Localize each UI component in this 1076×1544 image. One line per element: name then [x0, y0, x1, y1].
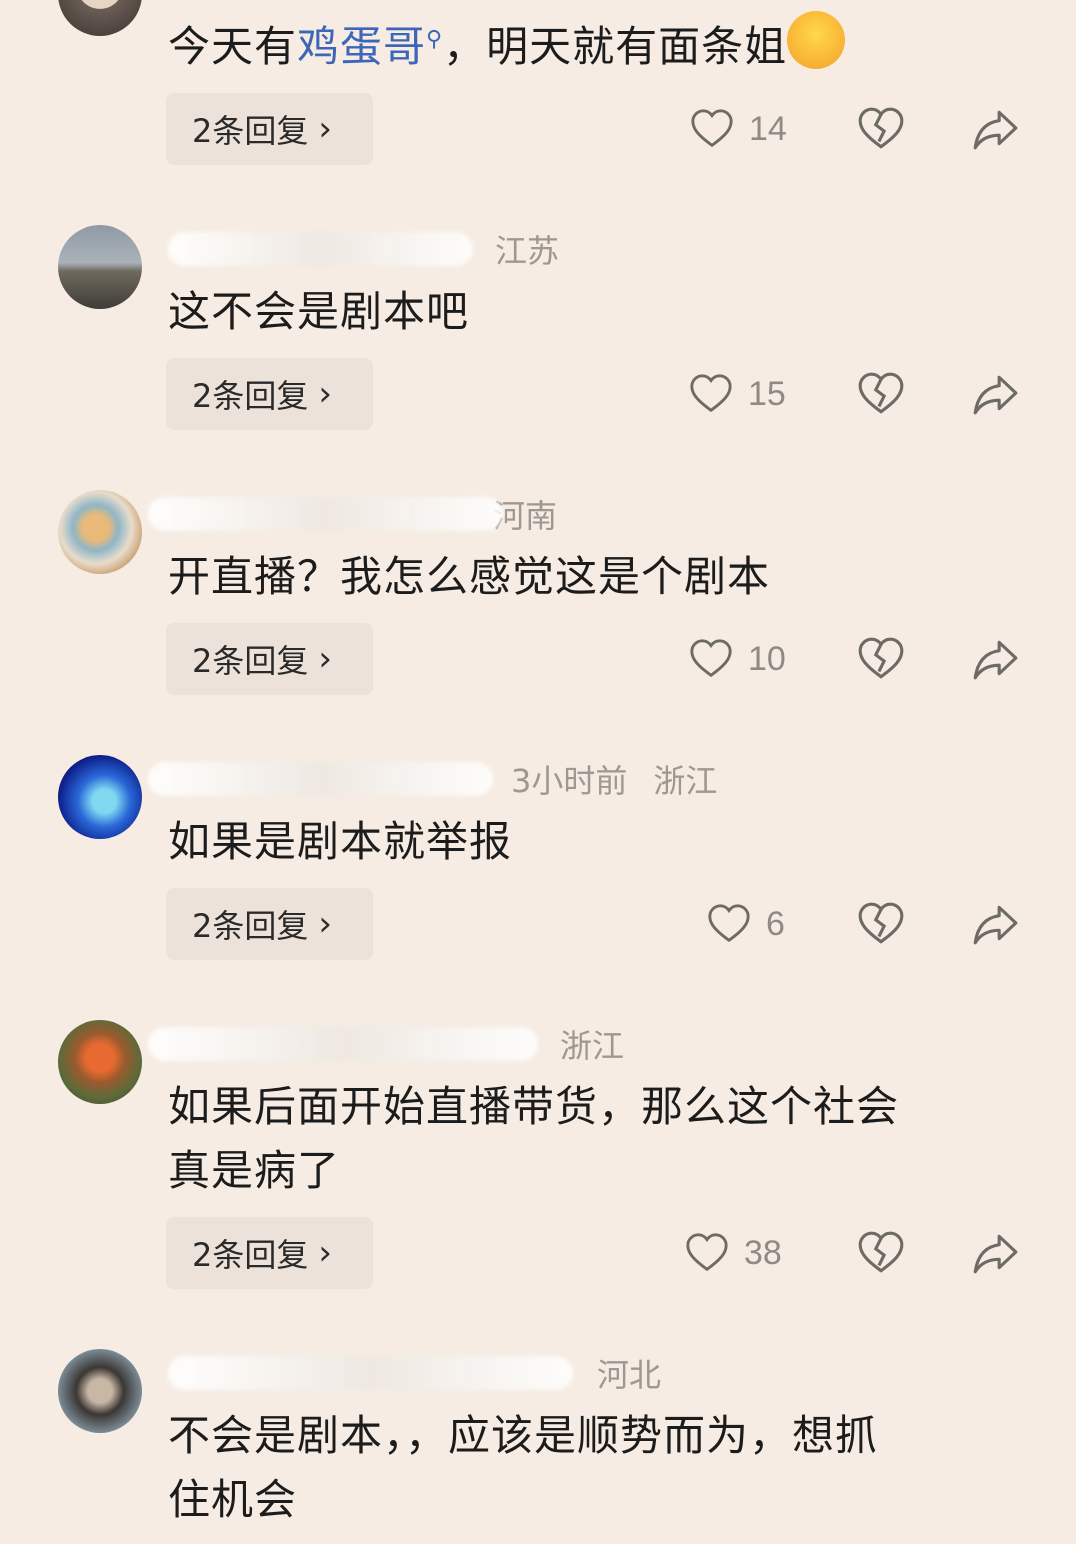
- comment-text-part: 今天有: [168, 22, 298, 71]
- comment-meta: 3小时前 浙江: [148, 759, 718, 800]
- broken-heart-icon[interactable]: [856, 899, 906, 949]
- username-blurred[interactable]: [148, 762, 493, 796]
- reply-label: 2条回复: [192, 907, 309, 945]
- share-arrow-icon[interactable]: [970, 634, 1020, 684]
- broken-heart-icon[interactable]: [856, 634, 906, 684]
- username-blurred[interactable]: [168, 1356, 573, 1390]
- post-time: 3小时前: [511, 762, 628, 800]
- avatar[interactable]: [58, 225, 142, 309]
- heart-outline-icon: [686, 1233, 728, 1272]
- region-label: 江苏: [495, 232, 560, 270]
- view-replies-button[interactable]: 2条回复 ›: [166, 888, 373, 960]
- view-replies-button[interactable]: 2条回复 ›: [166, 1217, 373, 1289]
- share-arrow-icon[interactable]: [970, 104, 1020, 154]
- heart-outline-icon: [708, 904, 750, 943]
- avatar[interactable]: [58, 0, 142, 36]
- comment-text: 如果是剧本就举报: [168, 817, 513, 866]
- share-arrow-icon[interactable]: [970, 1228, 1020, 1278]
- share-arrow-icon[interactable]: [970, 369, 1020, 419]
- like-button[interactable]: 15: [688, 371, 786, 417]
- view-replies-button[interactable]: 2条回复 ›: [166, 623, 373, 695]
- laughing-crying-emoji: [787, 11, 846, 69]
- view-replies-button[interactable]: 2条回复 ›: [166, 358, 373, 430]
- broken-heart-icon[interactable]: [856, 1228, 906, 1278]
- like-count: 15: [748, 374, 786, 413]
- share-arrow-icon[interactable]: [970, 899, 1020, 949]
- like-button[interactable]: 14: [689, 106, 787, 152]
- reply-label: 2条回复: [192, 112, 309, 150]
- heart-outline-icon: [690, 639, 732, 678]
- avatar[interactable]: [58, 490, 142, 574]
- username-blurred[interactable]: [148, 1027, 538, 1061]
- comment-text: 这不会是剧本吧: [168, 287, 470, 336]
- region-label: 浙江: [653, 762, 718, 800]
- like-button[interactable]: 6: [706, 901, 785, 947]
- comment-text-line-1: 如果后面开始直播带货，那么这个社会: [168, 1082, 900, 1131]
- broken-heart-icon[interactable]: [856, 104, 906, 154]
- broken-heart-icon[interactable]: [856, 369, 906, 419]
- like-button[interactable]: 38: [684, 1230, 782, 1276]
- heart-outline-icon: [690, 374, 732, 413]
- comment-text: 开直播？我怎么感觉这是个剧本: [168, 552, 771, 601]
- search-icon[interactable]: ⚲: [426, 27, 443, 52]
- comment-text-line-1: 不会是剧本，，应该是顺势而为，想抓: [168, 1411, 879, 1460]
- like-count: 14: [749, 109, 787, 148]
- comment-text-line-2: 真是病了: [168, 1146, 341, 1195]
- view-replies-button[interactable]: 2条回复 ›: [166, 93, 373, 165]
- comment-text: 今天有鸡蛋哥⚲，明天就有面条姐: [168, 8, 846, 79]
- like-count: 10: [748, 639, 786, 678]
- username-blurred[interactable]: [148, 497, 503, 531]
- comment-text-line-2: 住机会: [168, 1475, 298, 1524]
- like-button[interactable]: 10: [688, 636, 786, 682]
- reply-label: 2条回复: [192, 1236, 309, 1274]
- like-count: 38: [744, 1233, 782, 1272]
- username-blurred[interactable]: [168, 232, 473, 266]
- like-count: 6: [766, 904, 785, 943]
- avatar[interactable]: [58, 755, 142, 839]
- chevron-right-icon: ›: [318, 639, 332, 679]
- chevron-right-icon: ›: [318, 374, 332, 414]
- comment-meta: 浙江: [148, 1024, 625, 1065]
- avatar[interactable]: [58, 1020, 142, 1104]
- comment-meta: 河南: [148, 494, 557, 535]
- chevron-right-icon: ›: [318, 904, 332, 944]
- heart-outline-icon: [691, 109, 733, 148]
- region-label: 浙江: [560, 1027, 625, 1065]
- comment-meta: 江苏: [168, 229, 560, 270]
- avatar[interactable]: [58, 1349, 142, 1433]
- comment-text-part: ，明天就有面条姐: [443, 22, 788, 71]
- topic-link[interactable]: 鸡蛋哥: [297, 22, 426, 71]
- reply-label: 2条回复: [192, 642, 309, 680]
- chevron-right-icon: ›: [318, 1233, 332, 1273]
- comment-meta: 河北: [168, 1353, 662, 1394]
- chevron-right-icon: ›: [318, 109, 332, 149]
- region-label: 河北: [597, 1356, 662, 1394]
- reply-label: 2条回复: [192, 377, 309, 415]
